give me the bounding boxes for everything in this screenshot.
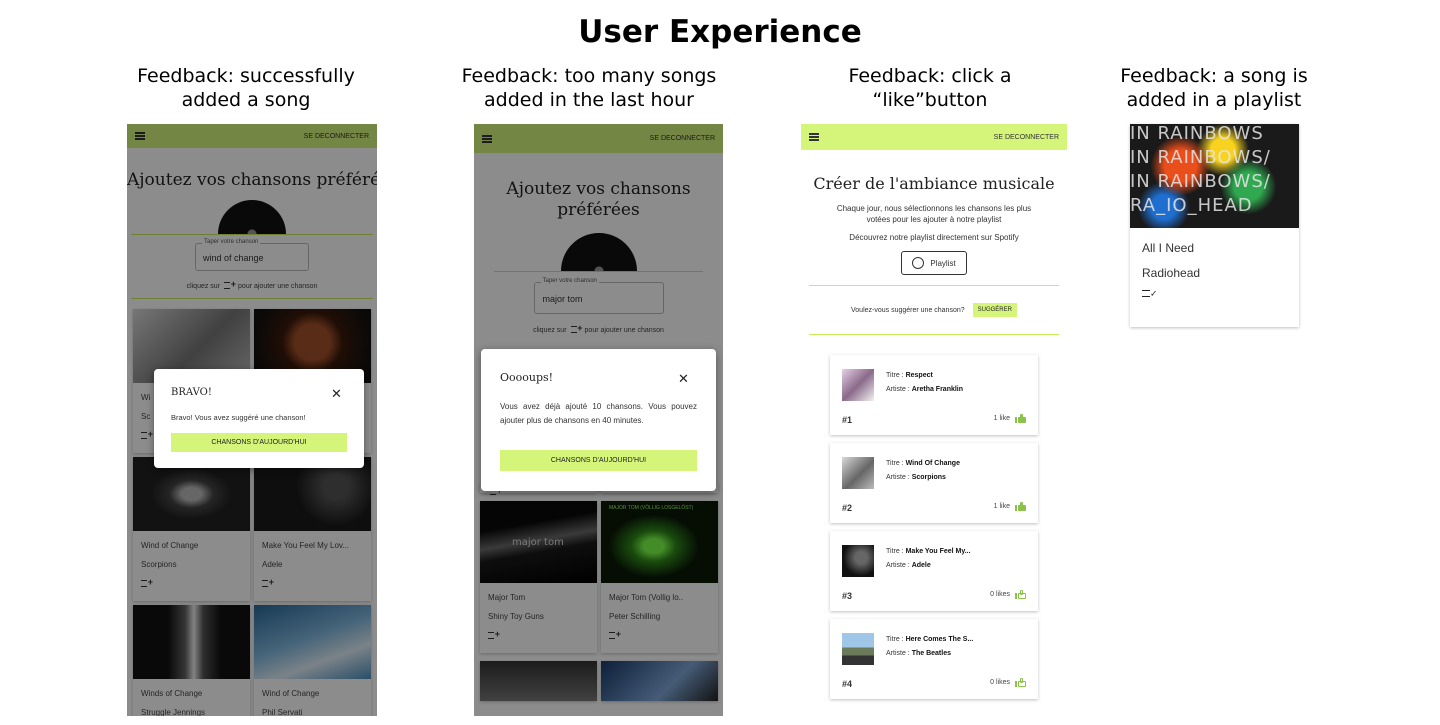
thumbs-up-filled-icon[interactable]: [1015, 414, 1026, 423]
divider: [809, 334, 1059, 335]
cover-lettering: IN RAINBOWS IN RAINBOWS/ IN RAINBOWS/ RA…: [1130, 124, 1271, 216]
spotify-text: Découvrez notre playlist directement sur…: [849, 233, 1019, 242]
artist-label: Artiste :: [886, 562, 910, 569]
title-label: Titre :: [886, 636, 904, 643]
ranked-song-card: Titre : Respect Artiste : Aretha Frankli…: [830, 355, 1038, 435]
thumbs-up-outline-icon[interactable]: [1015, 590, 1026, 599]
like-count: 1 like: [993, 415, 1010, 422]
phone-too-many: SE DECONNECTER Ajoutez vos chansons préf…: [474, 124, 723, 716]
song-title: Make You Feel My...: [905, 548, 971, 555]
page-title: User Experience: [578, 14, 862, 50]
suggest-text: Voulez-vous suggérer une chanson?: [851, 306, 965, 314]
close-icon[interactable]: ✕: [678, 371, 689, 387]
caption-playlist: Feedback: a song is added in a playlist: [1120, 65, 1308, 111]
phone-success: SE DECONNECTER Ajoutez vos chansons préf…: [127, 124, 377, 716]
caption-too-many: Feedback: too many songs added in the la…: [461, 65, 717, 111]
todays-songs-button[interactable]: CHANSONS D'AUJOURD'HUI: [500, 450, 697, 471]
dialog-title: BRAVO!: [171, 387, 212, 398]
like-count: 0 likes: [990, 679, 1010, 686]
ranked-song-card: Titre : Here Comes The S... Artiste : Th…: [830, 619, 1038, 699]
divider: [809, 285, 1059, 286]
thumbs-up-filled-icon[interactable]: [1015, 502, 1026, 511]
dialog-message: Bravo! Vous avez suggéré une chanson!: [171, 413, 306, 422]
title-label: Titre :: [886, 460, 904, 467]
suggest-button[interactable]: SUGGÉRER: [972, 303, 1017, 317]
song-title: Respect: [905, 372, 933, 379]
artist-label: Artiste :: [886, 650, 910, 657]
rank-number: #4: [842, 679, 853, 689]
song-artist: Radiohead: [1142, 266, 1201, 280]
artist-label: Artiste :: [886, 386, 910, 393]
artist-label: Artiste :: [886, 474, 910, 481]
playlist-added-check-icon[interactable]: ✓: [1130, 280, 1299, 300]
album-thumbnail: [842, 633, 874, 665]
like-control: 1 like: [994, 414, 1026, 423]
dialog-title: Ooooups!: [500, 371, 554, 384]
song-title: Here Comes The S...: [905, 636, 974, 643]
rank-number: #3: [842, 591, 853, 601]
playlist-button-label: Playlist: [930, 258, 956, 268]
menu-icon[interactable]: [809, 133, 819, 141]
top-bar: SE DECONNECTER: [801, 124, 1067, 150]
like-control: 0 likes: [990, 678, 1026, 687]
error-dialog: Ooooups! ✕ Vous avez déjà ajouté 10 chan…: [481, 349, 716, 491]
song-artist: The Beatles: [911, 650, 951, 657]
ranked-song-card: Titre : Make You Feel My... Artiste : Ad…: [830, 531, 1038, 611]
like-control: 0 likes: [990, 590, 1026, 599]
like-count: 1 like: [993, 503, 1010, 510]
ranked-song-card: Titre : Wind Of Change Artiste : Scorpio…: [830, 443, 1038, 523]
suggest-row: Voulez-vous suggérer une chanson? SUGGÉR…: [801, 303, 1067, 317]
album-thumbnail: [842, 545, 874, 577]
phone-like: SE DECONNECTER Créer de l'ambiance music…: [801, 124, 1067, 724]
title-label: Titre :: [886, 548, 904, 555]
album-cover: IN RAINBOWS IN RAINBOWS/ IN RAINBOWS/ RA…: [1130, 124, 1299, 228]
song-artist: Adele: [911, 562, 931, 569]
page-heading: Créer de l'ambiance musicale: [813, 174, 1055, 193]
description: Chaque jour, nous sélectionnons les chan…: [836, 204, 1032, 224]
success-dialog: BRAVO! ✕ Bravo! Vous avez suggéré une ch…: [154, 369, 364, 468]
album-thumbnail: [842, 457, 874, 489]
like-count: 0 likes: [990, 591, 1010, 598]
song-artist: Scorpions: [911, 474, 946, 481]
spotify-icon: [912, 257, 925, 269]
rank-number: #2: [842, 503, 853, 513]
like-control: 1 like: [994, 502, 1026, 511]
album-thumbnail: [842, 369, 874, 401]
thumbs-up-outline-icon[interactable]: [1015, 678, 1026, 687]
caption-success: Feedback: successfully added a song: [137, 65, 355, 111]
song-artist: Aretha Franklin: [911, 386, 964, 393]
playlist-button[interactable]: Playlist: [901, 251, 967, 275]
rank-number: #1: [842, 415, 853, 425]
title-label: Titre :: [886, 372, 904, 379]
caption-like: Feedback: click a “like”button: [848, 65, 1012, 111]
logout-button[interactable]: SE DECONNECTER: [994, 134, 1059, 141]
dialog-message: Vous avez déjà ajouté 10 chansons. Vous …: [500, 402, 697, 425]
playlist-song-card[interactable]: IN RAINBOWS IN RAINBOWS/ IN RAINBOWS/ RA…: [1130, 124, 1299, 327]
close-icon[interactable]: ✕: [331, 386, 342, 402]
song-title: All I Need: [1142, 241, 1195, 255]
todays-songs-button[interactable]: CHANSONS D'AUJOURD'HUI: [171, 433, 347, 452]
song-title: Wind Of Change: [905, 460, 960, 467]
